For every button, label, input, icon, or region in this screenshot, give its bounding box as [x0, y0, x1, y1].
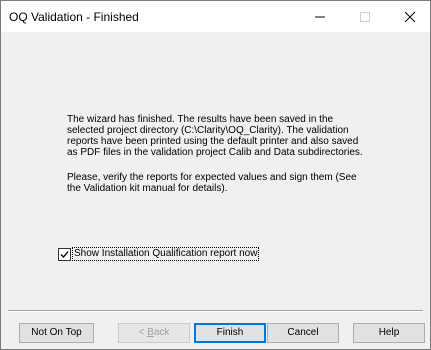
show-iq-report-checkbox[interactable] [58, 248, 71, 261]
cancel-button[interactable]: Cancel [267, 323, 339, 343]
back-button: < Back [118, 323, 190, 343]
minimize-icon [315, 16, 325, 18]
back-label-mnemonic: B [147, 327, 154, 338]
help-button[interactable]: Help [353, 323, 425, 343]
close-icon [404, 11, 416, 23]
maximize-icon [360, 12, 370, 22]
finish-message: The wizard has finished. The results hav… [67, 114, 363, 158]
button-separator [8, 310, 423, 312]
window-title: OQ Validation - Finished [9, 10, 139, 24]
finish-button[interactable]: Finish [194, 323, 266, 343]
minimize-button[interactable] [297, 1, 342, 32]
checkmark-icon [60, 251, 69, 258]
title-bar[interactable]: OQ Validation - Finished [1, 1, 430, 32]
verify-message: Please, verify the reports for expected … [67, 172, 357, 194]
dialog-content: The wizard has finished. The results hav… [1, 32, 430, 312]
show-iq-report-label[interactable]: Show Installation Qualification report n… [71, 247, 260, 261]
close-button[interactable] [387, 1, 431, 32]
not-on-top-button[interactable]: Not On Top [19, 323, 94, 343]
maximize-button [342, 1, 387, 32]
oq-validation-dialog: OQ Validation - Finished The wizard has … [0, 0, 431, 350]
